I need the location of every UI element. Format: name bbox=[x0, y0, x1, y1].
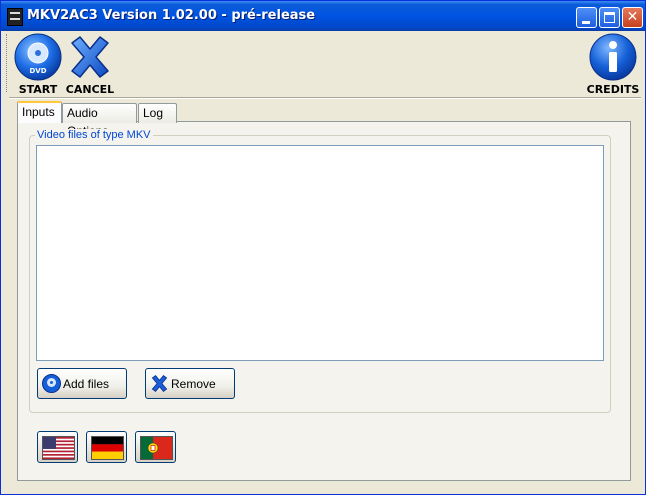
svg-text:DVD: DVD bbox=[29, 67, 46, 75]
info-icon bbox=[589, 33, 637, 81]
tab-log[interactable]: Log bbox=[138, 103, 177, 123]
close-icon: ✕ bbox=[626, 9, 639, 25]
language-portuguese-button[interactable] bbox=[135, 431, 176, 463]
toolbar-grip[interactable] bbox=[6, 34, 9, 92]
remove-label: Remove bbox=[171, 377, 216, 391]
add-files-button[interactable]: Add files bbox=[37, 368, 127, 399]
add-files-label: Add files bbox=[63, 377, 110, 391]
maximize-icon bbox=[604, 12, 615, 23]
remove-button[interactable]: Remove bbox=[145, 368, 235, 399]
german-flag-icon bbox=[91, 436, 124, 460]
film-strip-icon[interactable] bbox=[7, 8, 23, 26]
blue-x-icon bbox=[151, 375, 168, 392]
minimize-button[interactable] bbox=[576, 7, 597, 28]
credits-button[interactable]: CREDITS bbox=[585, 33, 641, 96]
close-button[interactable]: ✕ bbox=[622, 7, 643, 28]
portugal-flag-icon bbox=[140, 436, 173, 460]
video-file-list[interactable] bbox=[36, 145, 604, 361]
language-german-button[interactable] bbox=[86, 431, 127, 463]
video-files-group-label: Video files of type MKV bbox=[35, 129, 153, 141]
app-window: MKV2AC3 Version 1.02.00 - pré-release ✕ … bbox=[0, 0, 646, 495]
credits-label: CREDITS bbox=[586, 83, 640, 96]
tab-audio-options[interactable]: Audio Options bbox=[62, 103, 137, 138]
cancel-button[interactable]: CANCEL bbox=[63, 33, 117, 96]
us-flag-icon bbox=[42, 436, 75, 460]
blue-x-icon bbox=[71, 36, 109, 78]
window-title: MKV2AC3 Version 1.02.00 - pré-release bbox=[27, 8, 316, 23]
toolbar-separator bbox=[9, 97, 641, 99]
dvd-disc-icon: DVD bbox=[14, 33, 62, 81]
maximize-button[interactable] bbox=[599, 7, 620, 28]
language-english-button[interactable] bbox=[37, 431, 78, 463]
tab-inputs[interactable]: Inputs bbox=[17, 101, 62, 123]
dvd-disc-icon bbox=[42, 374, 61, 393]
title-bar[interactable]: MKV2AC3 Version 1.02.00 - pré-release ✕ bbox=[1, 1, 645, 31]
minimize-icon bbox=[582, 21, 590, 24]
cancel-label: CANCEL bbox=[65, 83, 115, 96]
start-button[interactable]: DVD START bbox=[11, 33, 65, 96]
start-label: START bbox=[18, 83, 58, 96]
